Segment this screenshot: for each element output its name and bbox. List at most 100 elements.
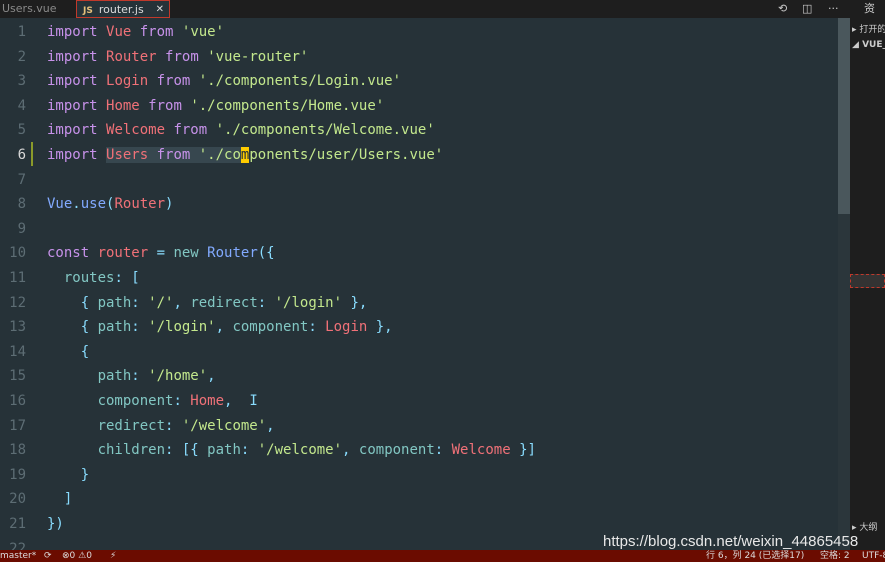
- split-editor-icon[interactable]: ◫: [802, 0, 812, 18]
- code-text: import Vue from 'vue': [47, 20, 224, 44]
- code-token: :: [240, 442, 258, 459]
- code-token: Router: [207, 245, 258, 262]
- code-text: }): [47, 512, 64, 536]
- code-text: { path: '/login', component: Login },: [47, 315, 393, 339]
- code-line[interactable]: 16 component: Home, I: [0, 389, 850, 413]
- code-token: ): [165, 196, 174, 213]
- code-line[interactable]: 15 path: '/home',: [0, 364, 850, 388]
- code-token: {: [47, 343, 90, 360]
- code-token: import: [47, 48, 107, 65]
- code-token: :: [131, 368, 149, 385]
- code-token: import: [47, 97, 107, 114]
- code-text: redirect: '/welcome',: [47, 414, 275, 438]
- code-text: import Router from 'vue-router': [47, 45, 308, 69]
- code-text: const router = new Router({: [47, 241, 275, 265]
- line-number: 5: [17, 122, 26, 139]
- code-token: I: [249, 393, 258, 409]
- code-token: path: [207, 442, 241, 459]
- code-token: ,: [224, 393, 250, 409]
- error-icon: ⊗: [62, 551, 70, 561]
- code-token: ,: [342, 442, 359, 459]
- code-line[interactable]: 3 import Login from './components/Login.v…: [0, 69, 850, 93]
- code-token: =: [156, 245, 174, 262]
- line-number: 21: [9, 516, 26, 532]
- tab-bar: Users.vue JSrouter.js✕ ⟲ ◫ ··· 资源: [0, 0, 885, 33]
- scrollbar-thumb[interactable]: [838, 18, 850, 214]
- code-token: router: [97, 245, 157, 262]
- code-line[interactable]: 4 import Home from './components/Home.vue…: [0, 94, 850, 118]
- code-line[interactable]: 14 {: [0, 340, 850, 364]
- code-line[interactable]: 20 ]: [0, 487, 850, 511]
- code-token: },: [342, 294, 368, 311]
- code-token: Welcome: [106, 122, 174, 139]
- indentation[interactable]: 空格: 2: [820, 550, 850, 562]
- line-number: 6: [17, 147, 26, 163]
- cursor-position[interactable]: 行 6，列 24 (已选择17): [706, 550, 804, 562]
- code-line[interactable]: 18 children: [{ path: '/welcome', compon…: [0, 438, 850, 462]
- encoding[interactable]: UTF-8: [862, 550, 885, 562]
- code-token: : [: [114, 270, 140, 286]
- code-line[interactable]: 5 import Welcome from './components/Welco…: [0, 118, 850, 142]
- code-line[interactable]: 7: [0, 168, 850, 192]
- line-number: 13: [9, 319, 26, 336]
- code-token: :: [434, 442, 452, 459]
- tab-router-js[interactable]: JS router.js ✕: [76, 0, 170, 18]
- code-token: component: [232, 319, 309, 336]
- open-editors-section[interactable]: ▸ 打开的编辑器: [852, 22, 885, 35]
- git-branch[interactable]: master*: [0, 550, 36, 562]
- code-text: import Login from './components/Login.vu…: [47, 69, 401, 93]
- code-line[interactable]: 6 import Users from './components/user/Us…: [0, 143, 850, 167]
- js-file-icon: JS: [83, 6, 93, 16]
- line-number: 3: [17, 73, 26, 90]
- project-section[interactable]: ◢ VUE_: [852, 40, 885, 50]
- code-text: component: Home, I: [47, 389, 258, 413]
- code-line[interactable]: 9: [0, 217, 850, 241]
- code-text: children: [{ path: '/welcome', component…: [47, 438, 536, 462]
- code-text: { path: '/', redirect: '/login' },: [47, 291, 368, 315]
- code-token: Login: [106, 73, 157, 90]
- code-token: {: [47, 294, 98, 311]
- code-token: routes: [47, 270, 115, 286]
- open-changes-icon[interactable]: ⟲: [778, 0, 787, 18]
- code-token: Welcome: [451, 442, 511, 459]
- code-token: Vue: [47, 196, 73, 213]
- code-token: : [{: [165, 442, 208, 459]
- code-editor[interactable]: 1 import Vue from 'vue' 2 import Router fro…: [0, 18, 850, 550]
- code-token: new: [173, 245, 208, 262]
- selected-file-item[interactable]: [850, 274, 885, 288]
- code-line[interactable]: 2 import Router from 'vue-router': [0, 45, 850, 69]
- code-token: }]: [510, 442, 536, 459]
- sync-icon[interactable]: ⟳: [44, 550, 52, 562]
- lightning-icon[interactable]: ⚡: [110, 550, 116, 562]
- code-token: from: [165, 48, 208, 65]
- code-token: '/welcome': [257, 442, 343, 459]
- code-token: Home: [190, 393, 225, 409]
- line-number: 1: [17, 24, 26, 40]
- line-number: 19: [9, 466, 26, 483]
- tab-label: Users.vue: [2, 2, 57, 15]
- code-token: ({: [257, 245, 275, 262]
- code-line[interactable]: 11 routes: [: [0, 266, 850, 290]
- code-token: component: [358, 442, 435, 459]
- watermark: https://blog.csdn.net/weixin_44865458: [603, 533, 859, 550]
- close-icon[interactable]: ✕: [156, 1, 164, 19]
- more-actions-icon[interactable]: ···: [828, 0, 839, 18]
- code-token: import: [47, 73, 107, 90]
- code-line[interactable]: 12 { path: '/', redirect: '/login' },: [0, 291, 850, 315]
- code-token: redirect: [47, 417, 166, 434]
- code-line[interactable]: 1 import Vue from 'vue': [0, 20, 850, 44]
- code-token: Users: [106, 147, 157, 163]
- problems-indicator[interactable]: ⊗0 ⚠0: [62, 550, 92, 562]
- code-line[interactable]: 19 }: [0, 463, 850, 487]
- code-token: redirect: [190, 294, 258, 311]
- code-token: children: [47, 442, 166, 459]
- code-token: }): [47, 516, 64, 532]
- outline-section[interactable]: ▸ 大纲: [852, 520, 877, 533]
- code-text: }: [47, 463, 89, 487]
- code-line[interactable]: 10 const router = new Router({: [0, 241, 850, 265]
- code-line[interactable]: 8 Vue.use(Router): [0, 192, 850, 216]
- code-line[interactable]: 13 { path: '/login', component: Login },: [0, 315, 850, 339]
- code-token: import: [47, 24, 107, 40]
- code-line[interactable]: 17 redirect: '/welcome',: [0, 414, 850, 438]
- tab-users-vue[interactable]: Users.vue: [0, 0, 57, 18]
